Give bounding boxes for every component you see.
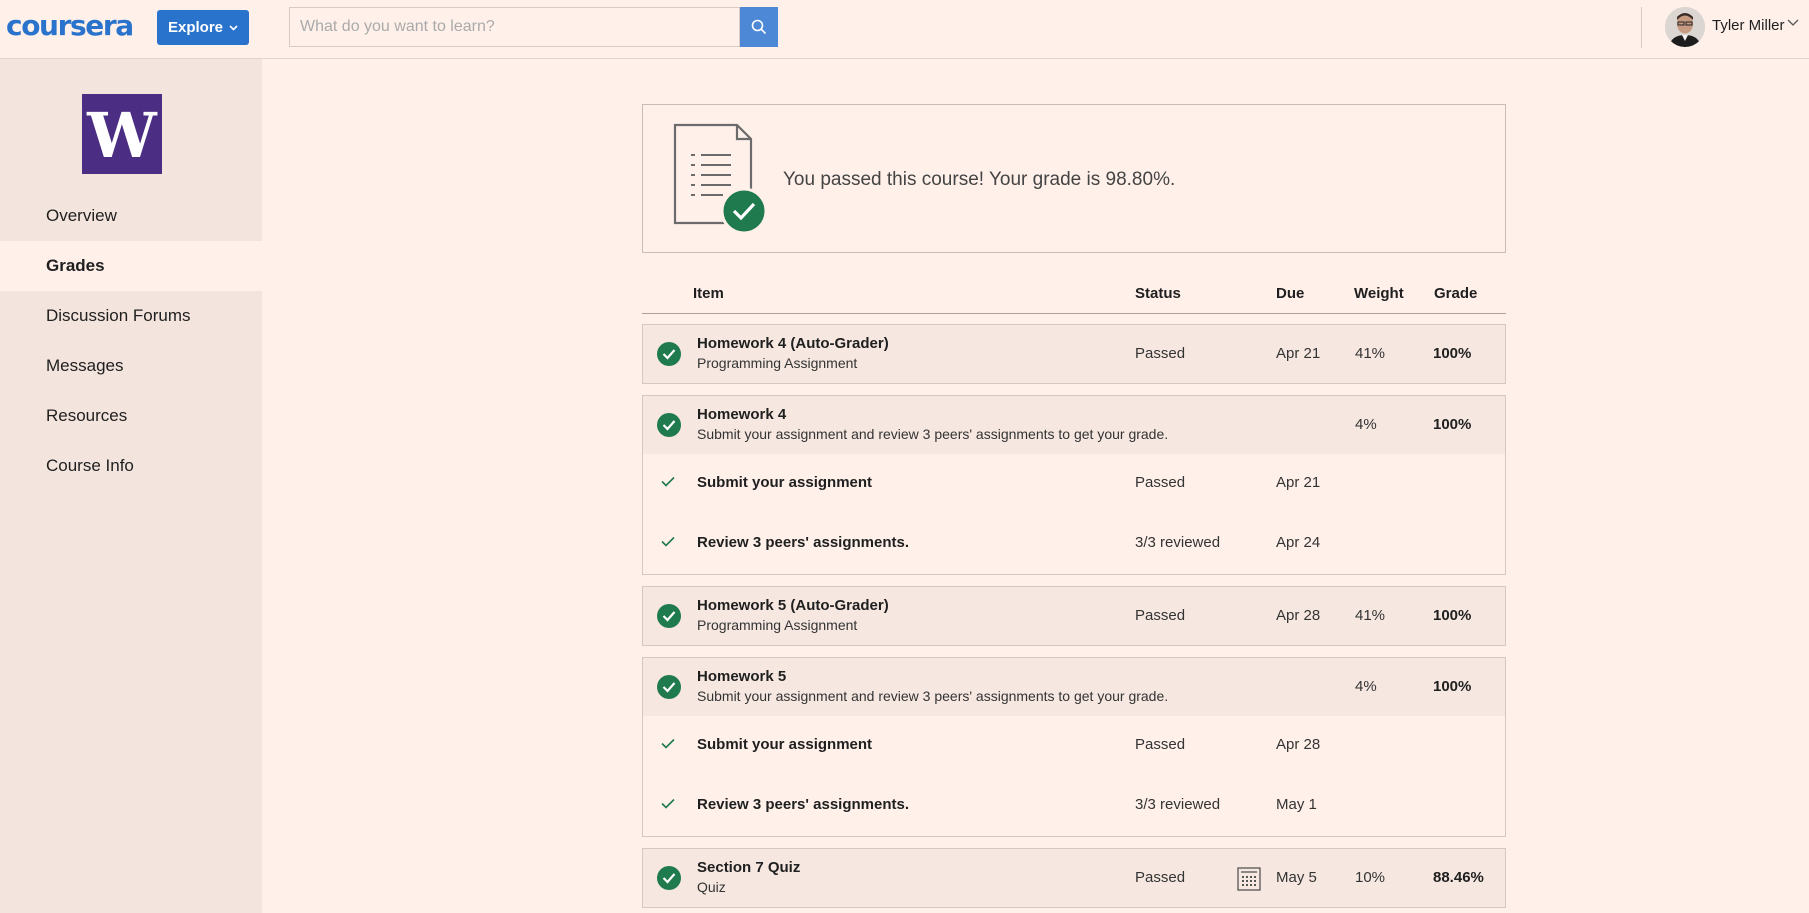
- document-check-icon: [673, 123, 768, 235]
- sub-item-status: Passed: [1135, 474, 1186, 491]
- top-header: coursera Explore Tyler Miller: [0, 0, 1809, 59]
- coursera-logo[interactable]: coursera: [6, 9, 134, 43]
- sub-item-title[interactable]: Review 3 peers' assignments.: [697, 534, 909, 551]
- avatar[interactable]: [1665, 7, 1705, 47]
- sidebar-item-grades[interactable]: Grades: [0, 241, 262, 291]
- item-type: Quiz: [697, 879, 726, 895]
- sidebar-item-label: Grades: [46, 256, 105, 275]
- item-type: Programming Assignment: [697, 617, 858, 633]
- explore-button[interactable]: Explore: [157, 10, 249, 45]
- item-weight: 41%: [1355, 345, 1386, 362]
- item-title[interactable]: Homework 5 (Auto-Grader): [697, 597, 889, 614]
- item-due: Apr 21: [1276, 345, 1321, 362]
- sub-item-due: Apr 21: [1276, 474, 1321, 491]
- search-button[interactable]: [740, 7, 778, 47]
- sidebar-item-resources[interactable]: Resources: [0, 391, 262, 441]
- item-due: Apr 28: [1276, 607, 1321, 624]
- grade-row-header[interactable]: Section 7 Quiz Quiz Passed May 5 10% 88.…: [643, 849, 1505, 907]
- item-description: Submit your assignment and review 3 peer…: [697, 688, 1169, 704]
- chevron-down-icon: [229, 24, 238, 31]
- item-grade: 100%: [1433, 607, 1472, 624]
- sub-item-status: 3/3 reviewed: [1135, 534, 1221, 551]
- item-weight: 10%: [1355, 869, 1386, 886]
- passed-check-icon: [657, 604, 681, 628]
- item-grade: 100%: [1433, 416, 1472, 433]
- checkmark-icon: [661, 738, 675, 749]
- sidebar-item-label: Discussion Forums: [46, 306, 191, 325]
- item-title[interactable]: Homework 5: [697, 668, 786, 685]
- item-weight: 4%: [1355, 678, 1377, 695]
- sub-item-row[interactable]: Submit your assignment Passed Apr 21: [643, 454, 1505, 514]
- grade-row-header[interactable]: Homework 4 (Auto-Grader) Programming Ass…: [643, 325, 1505, 383]
- passed-check-icon: [657, 342, 681, 366]
- grade-row-header[interactable]: Homework 5 (Auto-Grader) Programming Ass…: [643, 587, 1505, 645]
- course-passed-banner: You passed this course! Your grade is 98…: [642, 104, 1506, 253]
- sidebar: W Overview Grades Discussion Forums Mess…: [0, 59, 262, 913]
- item-due: May 5: [1276, 869, 1317, 886]
- item-description: Submit your assignment and review 3 peer…: [697, 426, 1169, 442]
- column-header-weight: Weight: [1354, 285, 1404, 302]
- course-grade-message: You passed this course! Your grade is 98…: [783, 169, 1176, 190]
- column-header-item: Item: [693, 285, 724, 302]
- sidebar-item-label: Course Info: [46, 456, 134, 475]
- checkmark-icon: [661, 798, 675, 809]
- chevron-down-icon[interactable]: [1787, 19, 1799, 27]
- sidebar-item-messages[interactable]: Messages: [0, 341, 262, 391]
- sidebar-item-label: Resources: [46, 406, 128, 425]
- item-title[interactable]: Section 7 Quiz: [697, 859, 800, 876]
- column-header-status: Status: [1135, 285, 1181, 302]
- calculator-icon[interactable]: [1237, 867, 1261, 891]
- grade-row[interactable]: Homework 5 (Auto-Grader) Programming Ass…: [642, 586, 1506, 646]
- sub-item-due: Apr 28: [1276, 736, 1321, 753]
- sidebar-item-overview[interactable]: Overview: [0, 191, 262, 241]
- item-grade: 100%: [1433, 678, 1472, 695]
- header-divider: [1641, 7, 1642, 48]
- sub-item-due: May 1: [1276, 796, 1317, 813]
- grade-row-header[interactable]: Homework 4 Submit your assignment and re…: [643, 396, 1505, 454]
- search-icon: [751, 19, 767, 35]
- item-weight: 4%: [1355, 416, 1377, 433]
- sub-item-title[interactable]: Submit your assignment: [697, 736, 872, 753]
- passed-check-icon: [657, 413, 681, 437]
- passed-check-icon: [657, 866, 681, 890]
- grade-row-header[interactable]: Homework 5 Submit your assignment and re…: [643, 658, 1505, 716]
- item-title[interactable]: Homework 4 (Auto-Grader): [697, 335, 889, 352]
- sidebar-item-discussion-forums[interactable]: Discussion Forums: [0, 291, 262, 341]
- item-status: Passed: [1135, 607, 1186, 624]
- sub-item-row[interactable]: Submit your assignment Passed Apr 28: [643, 716, 1505, 776]
- item-type: Programming Assignment: [697, 355, 858, 371]
- sub-item-status: Passed: [1135, 736, 1186, 753]
- grade-row[interactable]: Homework 4 Submit your assignment and re…: [642, 395, 1506, 575]
- sub-item-row[interactable]: Review 3 peers' assignments. 3/3 reviewe…: [643, 514, 1505, 574]
- university-logo[interactable]: W: [82, 94, 162, 174]
- item-status: Passed: [1135, 869, 1186, 886]
- grade-row[interactable]: Section 7 Quiz Quiz Passed May 5 10% 88.…: [642, 848, 1506, 908]
- sub-item-title[interactable]: Submit your assignment: [697, 474, 872, 491]
- sidebar-item-label: Overview: [46, 206, 117, 225]
- sidebar-item-label: Messages: [46, 356, 124, 375]
- university-logo-letter: W: [87, 99, 157, 172]
- column-header-due: Due: [1276, 285, 1305, 302]
- grade-row[interactable]: Homework 4 (Auto-Grader) Programming Ass…: [642, 324, 1506, 384]
- user-name[interactable]: Tyler Miller: [1712, 17, 1785, 34]
- sub-item-status: 3/3 reviewed: [1135, 796, 1221, 813]
- passed-check-icon: [657, 675, 681, 699]
- sidebar-item-course-info[interactable]: Course Info: [0, 441, 262, 491]
- sub-item-due: Apr 24: [1276, 534, 1321, 551]
- grades-table-header: Item Status Due Weight Grade: [642, 278, 1506, 314]
- grade-row[interactable]: Homework 5 Submit your assignment and re…: [642, 657, 1506, 837]
- column-header-grade: Grade: [1434, 285, 1478, 302]
- search-input[interactable]: [289, 7, 740, 47]
- checkmark-icon: [661, 476, 675, 487]
- item-grade: 88.46%: [1433, 869, 1484, 886]
- item-weight: 41%: [1355, 607, 1386, 624]
- sub-item-row[interactable]: Review 3 peers' assignments. 3/3 reviewe…: [643, 776, 1505, 836]
- item-status: Passed: [1135, 345, 1186, 362]
- sub-item-title[interactable]: Review 3 peers' assignments.: [697, 796, 909, 813]
- explore-label: Explore: [167, 19, 224, 36]
- item-grade: 100%: [1433, 345, 1472, 362]
- item-title[interactable]: Homework 4: [697, 406, 786, 423]
- checkmark-icon: [661, 536, 675, 547]
